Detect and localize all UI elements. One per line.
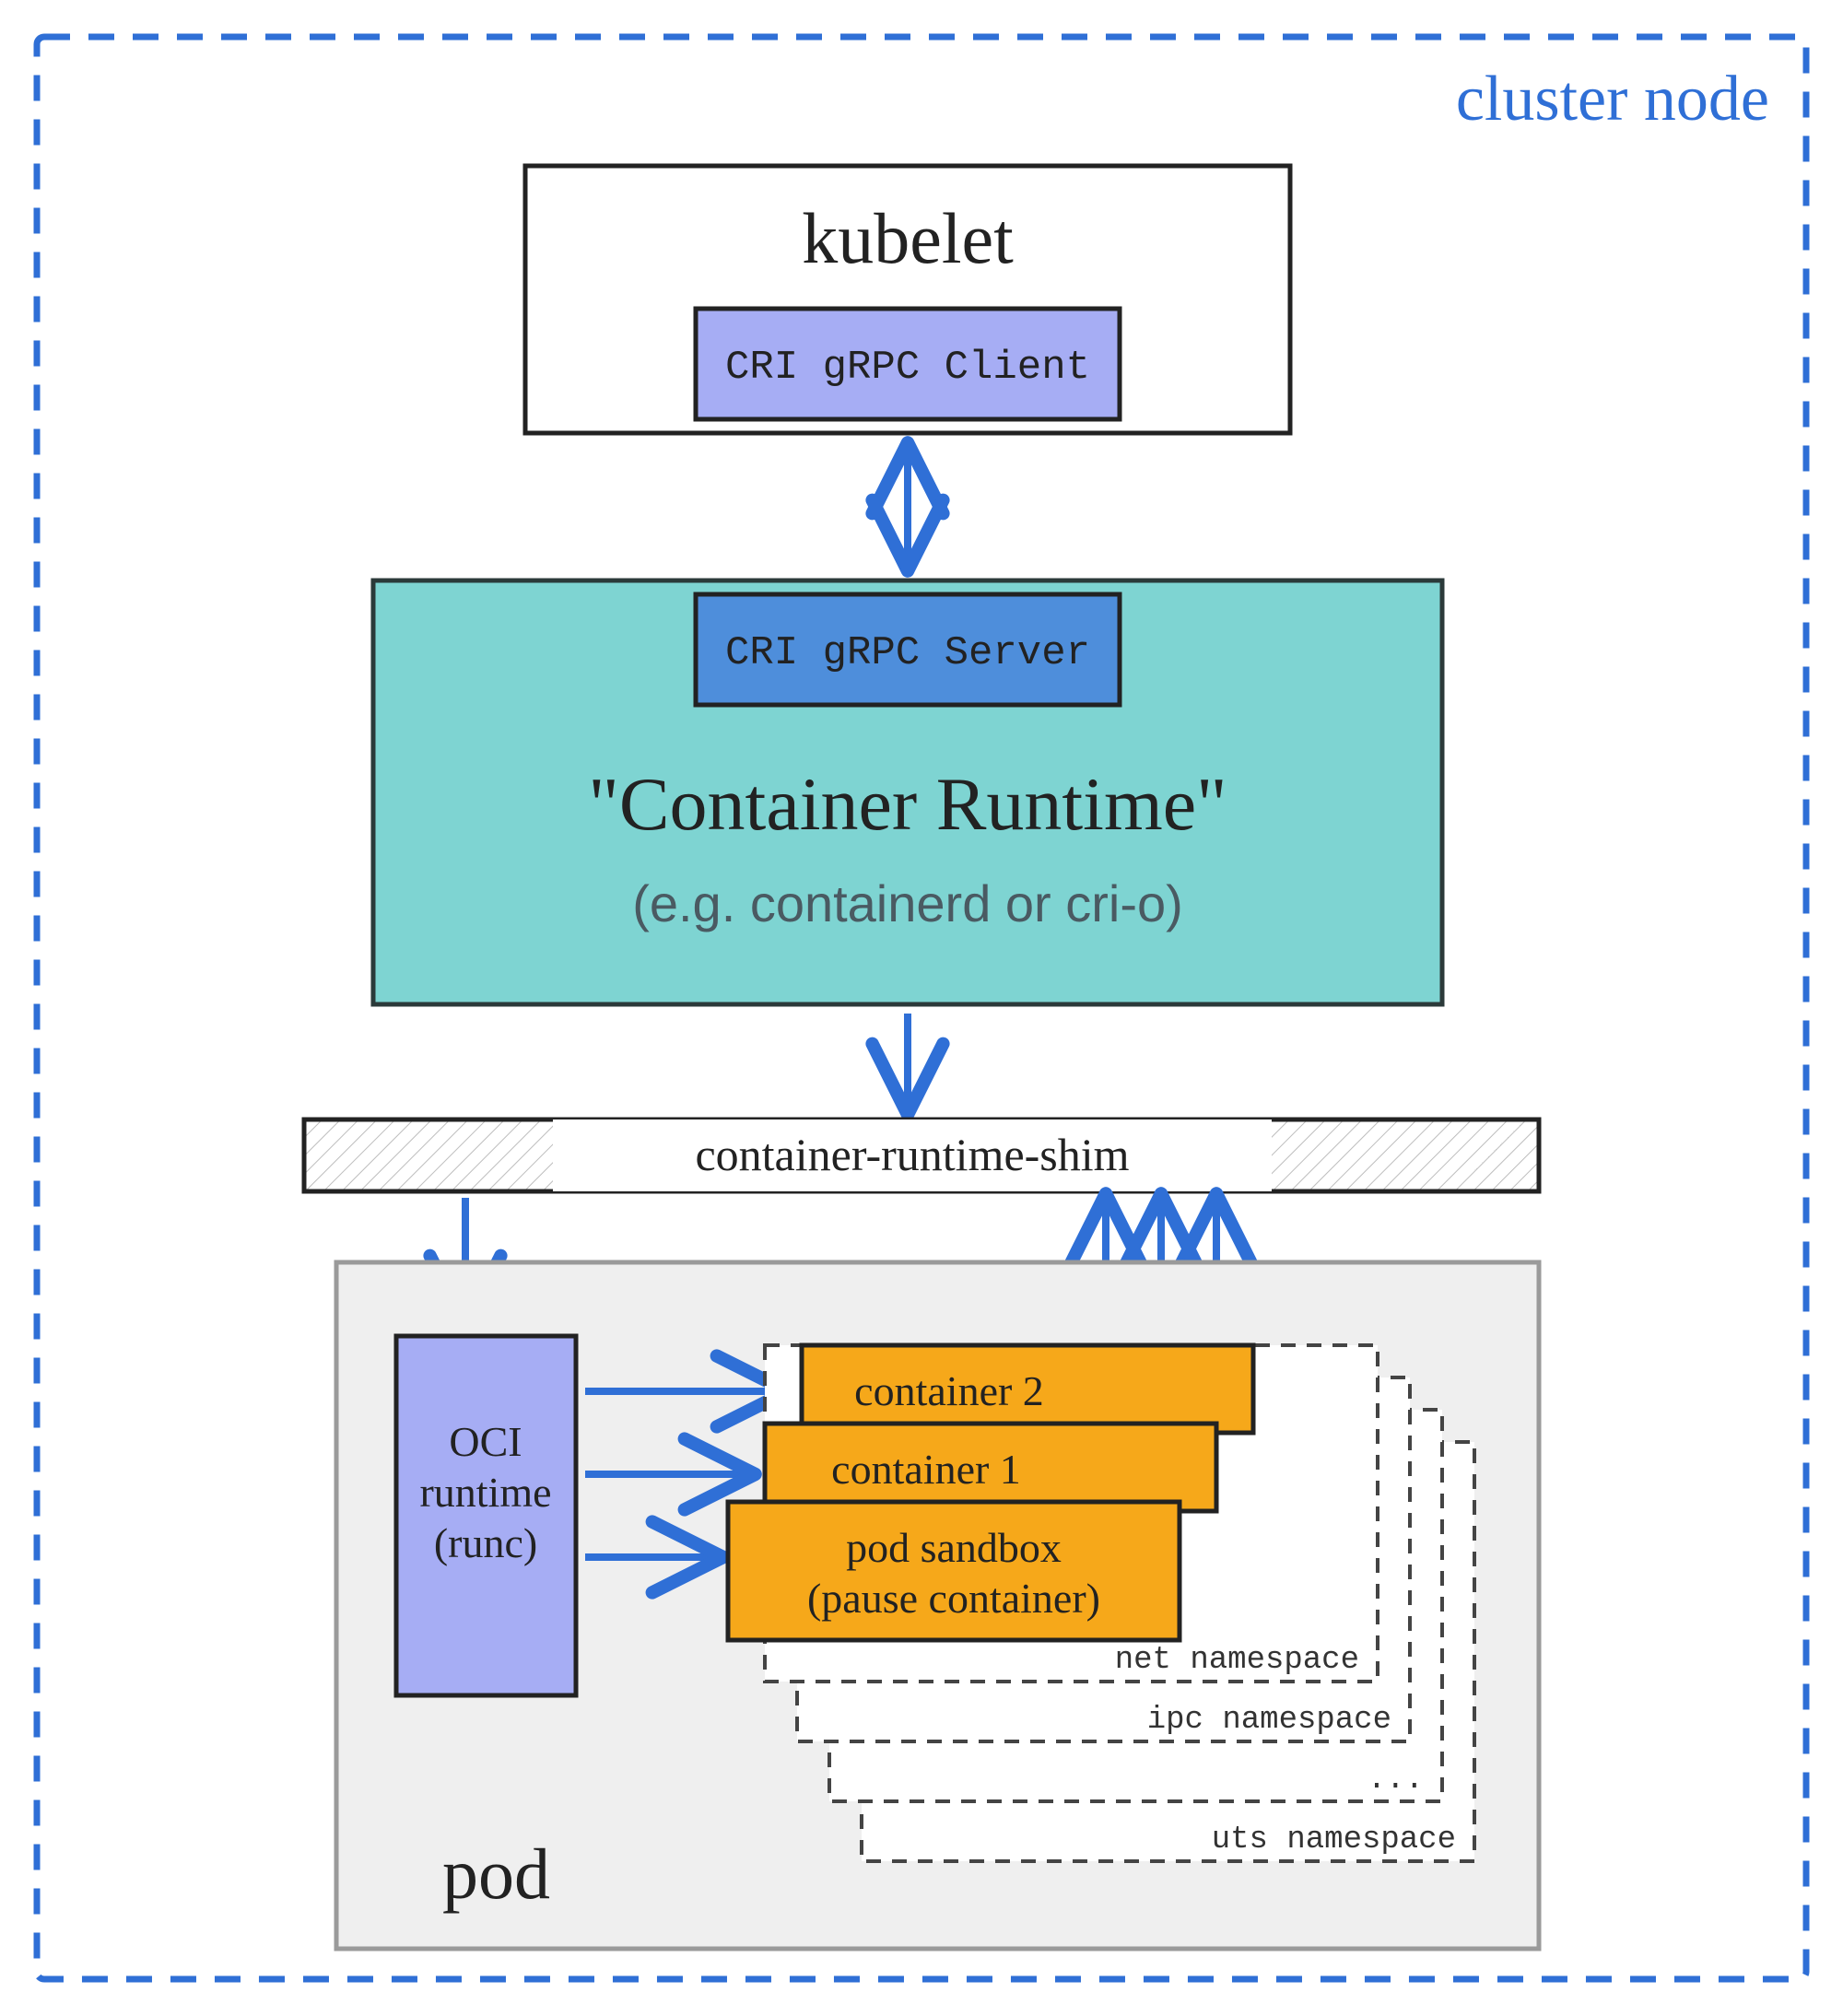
- container-2-box: container 2: [802, 1345, 1253, 1433]
- sandbox-line1: pod sandbox: [846, 1524, 1062, 1571]
- cri-server-label: CRI gRPC Server: [725, 630, 1090, 676]
- container-runtime-box: CRI gRPC Server "Container Runtime" (e.g…: [373, 580, 1442, 1004]
- ns-dots-label: ...: [1368, 1763, 1424, 1798]
- shim-label: container-runtime-shim: [695, 1129, 1129, 1180]
- sandbox-line2: (pause container): [807, 1575, 1100, 1622]
- pod-label: pod: [442, 1834, 550, 1914]
- runtime-subtitle: (e.g. containerd or cri-o): [632, 874, 1183, 932]
- oci-line1: OCI: [449, 1418, 522, 1465]
- shim-bar: container-runtime-shim: [304, 1119, 1539, 1191]
- runtime-title: "Container Runtime": [588, 762, 1227, 846]
- container-1-label: container 1: [831, 1446, 1021, 1493]
- cluster-node-label: cluster node: [1456, 64, 1769, 135]
- ns-net-label: net namespace: [1115, 1643, 1359, 1678]
- oci-runtime-box: OCI runtime (runc): [396, 1336, 576, 1695]
- kubelet-box: kubelet CRI gRPC Client: [525, 166, 1290, 433]
- pod-sandbox-box: pod sandbox (pause container): [728, 1502, 1180, 1640]
- oci-line2: runtime: [419, 1469, 551, 1516]
- container-1-box: container 1: [765, 1424, 1216, 1511]
- cri-client-label: CRI gRPC Client: [725, 345, 1090, 391]
- kubelet-title: kubelet: [802, 198, 1014, 278]
- ns-uts-label: uts namespace: [1212, 1823, 1456, 1858]
- ns-ipc-label: ipc namespace: [1147, 1703, 1391, 1738]
- container-2-label: container 2: [854, 1367, 1044, 1414]
- oci-line3: (runc): [434, 1519, 537, 1566]
